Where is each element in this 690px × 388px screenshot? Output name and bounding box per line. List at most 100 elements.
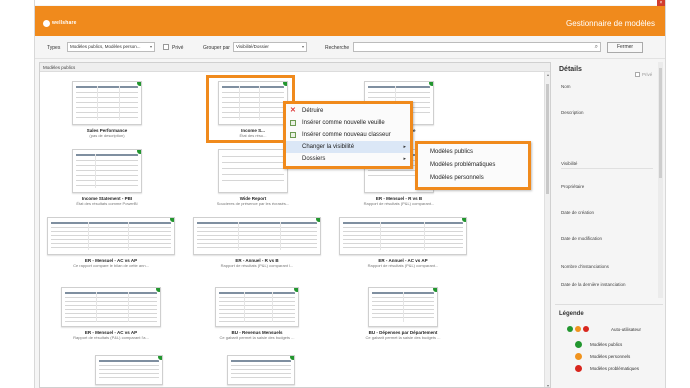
public-status-icon [136,150,141,155]
auto-user-label: Auto-utilisateur [611,327,642,332]
scroll-thumb[interactable] [659,68,662,178]
submenu-item-problematic[interactable]: Modèles problématiques [418,159,528,172]
selected-tile-highlight [206,75,295,143]
public-status-icon [169,218,174,223]
template-thumbnail [95,355,163,385]
template-thumbnail [215,287,299,327]
scroll-thumb[interactable] [546,84,549,194]
legend-panel: Légende Auto-utilisateur Modèles publics… [555,304,663,388]
group-by-dropdown[interactable]: Visibilité/Dossier ▾ [233,42,307,52]
template-thumbnail [61,287,161,327]
workbook-icon [290,132,296,138]
submenu-item-public[interactable]: Modèles publics [418,146,528,159]
group-by-value: Visibilité/Dossier [236,44,269,49]
public-status-icon [293,288,298,293]
visibility-submenu: Modèles publics Modèles problématiques M… [415,141,531,190]
title-bar: × [35,0,665,7]
submenu-item-personal[interactable]: Modèles personnels [418,172,528,185]
field-owner-label: Propriétaire [561,184,585,189]
menu-item-insert-workbook[interactable]: Insérer comme nouveau classeur [286,129,410,141]
template-thumbnail [72,149,142,193]
personal-status-icon [575,326,581,332]
template-tile[interactable]: ER - Mensuel - AC vs AP Ce rapport compa… [44,217,178,268]
prive-checkbox[interactable] [635,72,640,77]
legend-item-problematic: Modèles problématiques [575,365,639,372]
auto-user-icons [567,326,589,332]
menu-item-change-visibility[interactable]: Changer la visibilité ▸ [286,141,410,153]
delete-icon: ✕ [290,107,296,114]
template-thumbnail [72,81,142,125]
menu-item-insert-sheet[interactable]: Insérer comme nouvelle veuille [286,117,410,129]
scroll-up-icon[interactable]: ▴ [545,72,550,78]
search-icon[interactable]: ⌕ [595,43,598,52]
template-tile[interactable]: Income Statement - PBI État des résultat… [64,149,150,206]
details-scrollbar[interactable] [658,62,663,298]
template-description: Rapport de résultats (P&L) comparant l'a… [73,335,149,340]
public-status-icon [461,218,466,223]
app-logo: wellshare [43,19,77,27]
legend-title: Légende [559,311,584,317]
menu-item-folders[interactable]: Dossiers ▸ [286,153,410,165]
field-modified-label: Date de modification [561,236,603,241]
public-status-icon [428,82,433,87]
template-tile[interactable]: Sales Performance (pas de description) [64,81,150,138]
template-description: État des résultats comme PowerBI [76,201,138,206]
public-status-icon [157,356,162,361]
chevron-down-icon: ▾ [149,44,152,49]
template-description: Ce gabarit permet la saisie des budgets … [365,335,441,340]
field-divider [561,168,653,169]
template-description: Rapport de résultats (P&L) comparant... [363,201,435,206]
green-dot-icon [575,341,582,348]
legend-item-public: Modèles publics [575,341,622,348]
menu-item-delete[interactable]: ✕ Détruire [286,105,410,117]
page-title: Gestionnaire de modèles [566,19,655,28]
chevron-down-icon: ▾ [301,44,304,49]
field-created-label: Date de création [561,210,595,215]
public-status-icon [432,288,437,293]
template-thumbnail [368,287,438,327]
template-thumbnail [193,217,321,255]
types-dropdown[interactable]: Modèles publics, Modèles person... ▾ [67,42,155,52]
template-thumbnail [47,217,175,255]
types-value: Modèles publics, Modèles person... [70,44,141,49]
scroll-down-icon[interactable]: ▾ [545,383,550,387]
field-name-label: Nom [561,84,571,89]
template-tile[interactable]: ER - Annuel - AC vs AP Rapport de résult… [336,217,470,268]
app-header: wellshare Gestionnaire de modèles [35,6,665,36]
field-visibility-label: Visibilité [561,161,578,166]
gallery-scrollbar[interactable]: ▴ ▾ [544,72,550,387]
template-tile[interactable]: ER - Mensuel - AC vs AP Rapport de résul… [44,287,178,340]
search-input[interactable]: ⌕ [353,42,601,52]
orange-dot-icon [575,353,582,360]
field-description-label: Description [561,110,584,115]
template-tile[interactable] [84,355,174,385]
close-button[interactable]: Fermer [607,42,643,53]
template-thumbnail [218,149,288,193]
public-status-icon [289,356,294,361]
public-status-icon [315,218,320,223]
details-title: Détails [559,66,582,73]
field-last-instance-label: Date de la dernière instanciation [561,282,626,287]
toolbar: Types Modèles publics, Modèles person...… [35,37,665,59]
submenu-arrow-icon: ▸ [403,156,406,162]
template-thumbnail [227,355,295,385]
template-tile[interactable]: BU - Revenus Mensuels Ce gabarit permet … [190,287,324,340]
sheet-icon [290,120,296,126]
public-status-icon [155,288,160,293]
submenu-arrow-icon: ▸ [403,144,406,150]
prive-checkbox[interactable] [163,44,169,50]
template-tile[interactable]: BU - Dépenses par Département Ce gabarit… [336,287,470,340]
template-description: (pas de description) [89,133,125,138]
group-by-label: Grouper par [203,45,230,51]
logo-icon [43,19,50,27]
template-description: Rapport de résultats (P&L) comparant... [367,263,439,268]
template-tile[interactable] [216,355,306,385]
field-instances-label: Nombre d'instanciations [561,264,609,269]
template-tile[interactable]: ER - Annuel - R vs B Rapport de résultat… [190,217,324,268]
search-label: Recherche [325,45,350,51]
prive-label: Privé [172,45,184,51]
template-description: Soucieres de présence par les écrasés... [216,201,290,206]
template-description: Ce rapport compare le bilan de cette ann… [73,263,149,268]
types-label: Types [47,45,61,51]
logo-text: wellshare [52,20,77,26]
